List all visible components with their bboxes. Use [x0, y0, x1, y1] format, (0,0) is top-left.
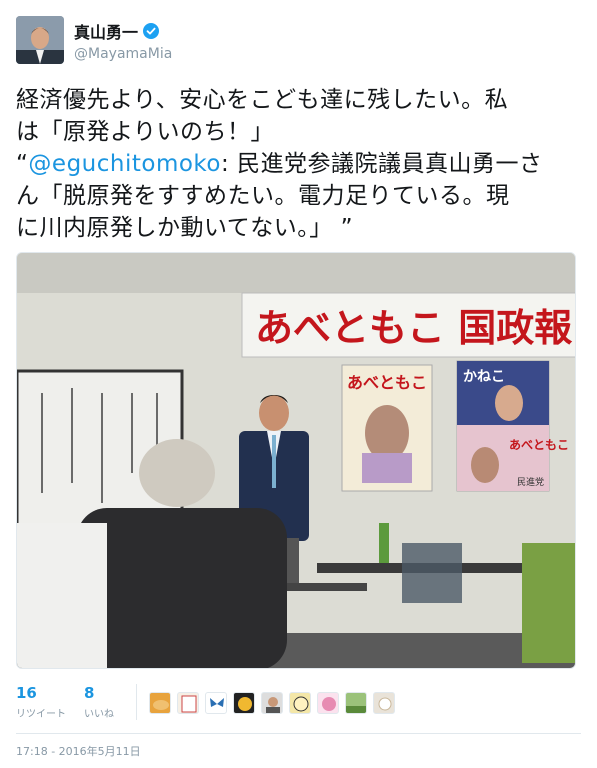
- liker-avatar[interactable]: [149, 692, 171, 714]
- poster2-title: かねこ: [463, 369, 505, 385]
- party-label: 民進党: [517, 476, 544, 488]
- display-name[interactable]: 真山勇一: [74, 19, 138, 43]
- stats-divider: [136, 684, 137, 720]
- liker-avatar[interactable]: [261, 692, 283, 714]
- like-label: いいね: [84, 709, 114, 720]
- tweet-line: 経済優先より、安心をこども達に残したい。私: [16, 87, 509, 113]
- liker-avatar[interactable]: [345, 692, 367, 714]
- tweet-line: “@eguchitomoko: 民進党参議院議員真山勇一さ: [16, 148, 581, 180]
- liker-avatar[interactable]: [289, 692, 311, 714]
- liker-avatar[interactable]: [317, 692, 339, 714]
- liker-avatar[interactable]: [205, 692, 227, 714]
- tweet-header: 真山勇一 @MayamaMia: [16, 14, 172, 66]
- quote-open: “: [16, 151, 29, 177]
- liker-avatar[interactable]: [233, 692, 255, 714]
- tweet-photo[interactable]: あべともこ 国政報 あべともこ かねこ あべともこ 民進党: [16, 252, 576, 669]
- tweet-line-text: : 民進党参議院議員真山勇一さ: [221, 151, 543, 177]
- like-count: 8: [84, 684, 95, 702]
- mention-link[interactable]: @eguchitomoko: [28, 151, 221, 177]
- name-row: 真山勇一: [74, 19, 172, 43]
- user-names: 真山勇一 @MayamaMia: [74, 19, 172, 62]
- divider: [16, 733, 581, 734]
- banner-text: あべともこ 国政報: [255, 306, 572, 350]
- tweet-text: 経済優先より、安心をこども達に残したい。私 は「原発よりいのち！」 “@eguc…: [16, 84, 581, 244]
- tweet-timestamp[interactable]: 17:18 - 2016年5月11日: [16, 743, 141, 759]
- user-handle[interactable]: @MayamaMia: [74, 46, 172, 62]
- retweet-label: リツイート: [16, 709, 66, 720]
- poster2-subtitle: あべともこ: [509, 438, 569, 452]
- liker-avatar[interactable]: [373, 692, 395, 714]
- like-stat[interactable]: 8 いいね: [84, 684, 114, 720]
- verified-badge-icon: [143, 22, 160, 39]
- tweet-line: に川内原発しか動いてない。」 ”: [16, 215, 354, 241]
- poster1-title: あべともこ: [347, 373, 427, 392]
- liker-avatar[interactable]: [177, 692, 199, 714]
- retweet-count: 16: [16, 684, 37, 702]
- tweet-line: ん「脱原発をすすめたい。電力足りている。現: [16, 183, 510, 209]
- tweet-stats: 16 リツイート 8 いいね: [16, 684, 581, 728]
- retweet-stat[interactable]: 16 リツイート: [16, 684, 66, 720]
- tweet-line: は「原発よりいのち！」: [16, 119, 275, 145]
- likers-avatars: [149, 692, 401, 714]
- avatar[interactable]: [16, 16, 64, 64]
